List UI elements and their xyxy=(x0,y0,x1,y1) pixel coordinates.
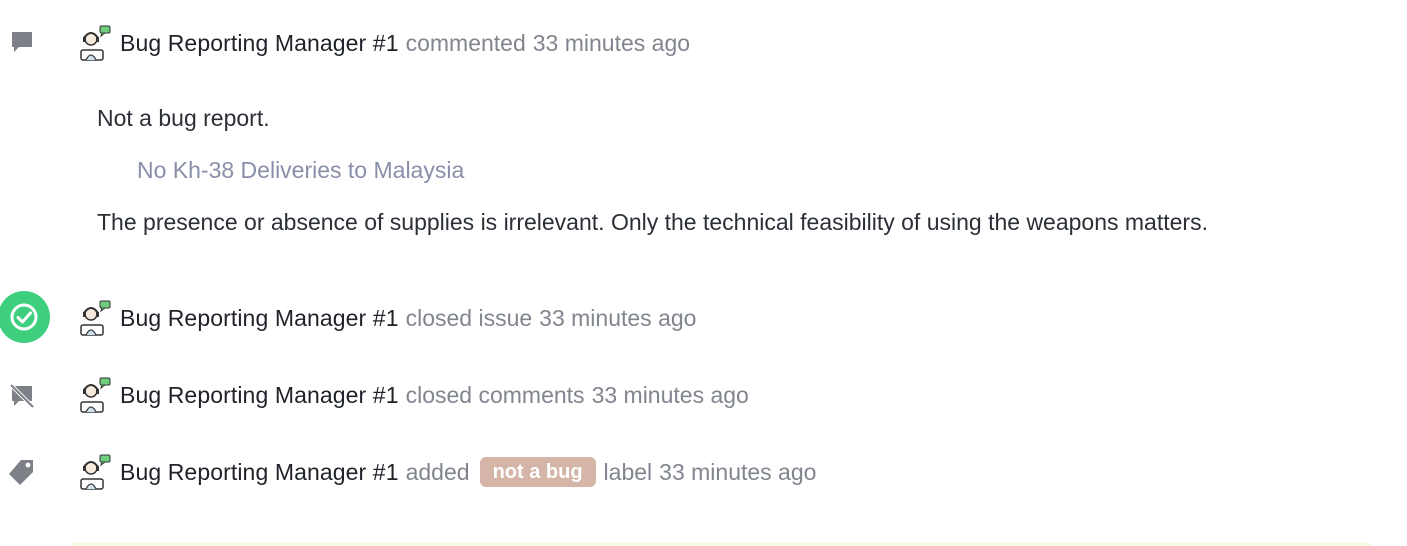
timeline-event-comment: Bug Reporting Manager #1 commented 33 mi… xyxy=(0,16,1407,76)
event-header: Bug Reporting Manager #1 added not a bug… xyxy=(120,454,816,490)
event-action: added xyxy=(405,459,470,485)
timeline-event-closed: Bug Reporting Manager #1 closed issue 33… xyxy=(0,289,1407,349)
event-header: Bug Reporting Manager #1 commented 33 mi… xyxy=(120,25,690,61)
event-action: commented xyxy=(405,30,526,56)
comment-body: Not a bug report. No Kh-38 Deliveries to… xyxy=(97,100,1377,240)
event-time[interactable]: 33 minutes ago xyxy=(533,25,690,61)
event-time[interactable]: 33 minutes ago xyxy=(592,377,749,413)
author-name[interactable]: Bug Reporting Manager #1 xyxy=(120,377,399,413)
timeline-event-locked: Bug Reporting Manager #1 closed comments… xyxy=(0,366,1407,426)
label-badge[interactable]: not a bug xyxy=(479,457,596,487)
event-time[interactable]: 33 minutes ago xyxy=(659,454,816,490)
event-action: closed comments xyxy=(405,382,585,408)
author-name[interactable]: Bug Reporting Manager #1 xyxy=(120,25,399,61)
author-name[interactable]: Bug Reporting Manager #1 xyxy=(120,300,399,336)
user-avatar[interactable] xyxy=(74,376,112,414)
event-time[interactable]: 33 minutes ago xyxy=(539,300,696,336)
user-avatar[interactable] xyxy=(74,299,112,337)
check-circle-icon xyxy=(0,291,50,343)
author-name[interactable]: Bug Reporting Manager #1 xyxy=(120,454,399,490)
tag-icon xyxy=(4,454,40,490)
comment-off-icon xyxy=(4,378,40,414)
label-suffix: label xyxy=(603,459,653,485)
event-header: Bug Reporting Manager #1 closed comments… xyxy=(120,377,749,413)
event-header: Bug Reporting Manager #1 closed issue 33… xyxy=(120,300,696,336)
timeline-event-labeled: Bug Reporting Manager #1 added not a bug… xyxy=(0,443,1407,503)
comment-intro: Not a bug report. xyxy=(97,105,270,131)
user-avatar[interactable] xyxy=(74,453,112,491)
event-action: closed issue xyxy=(405,305,533,331)
comment-quote: No Kh-38 Deliveries to Malaysia xyxy=(137,157,465,183)
issue-timeline: Bug Reporting Manager #1 commented 33 mi… xyxy=(0,0,1407,546)
comment-icon xyxy=(4,24,40,60)
comment-text: The presence or absence of supplies is i… xyxy=(97,209,1208,235)
user-avatar[interactable] xyxy=(74,24,112,62)
